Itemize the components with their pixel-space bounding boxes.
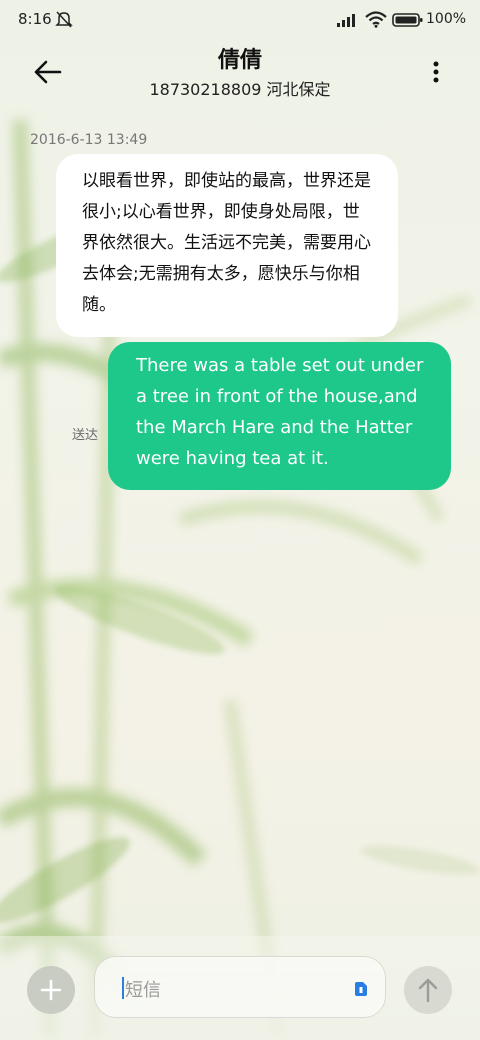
contact-subtitle: 18730218809 河北保定: [149, 80, 331, 99]
delivery-status: 送达: [72, 428, 99, 443]
incoming-message-bubble[interactable]: 以眼看世界，即使站的最高，世界还是很小;以心看世界，即使身处局限，世界依然很大。…: [56, 154, 398, 337]
message-input[interactable]: 短信: [94, 956, 386, 1018]
battery-percentage: 100%: [426, 11, 467, 27]
plus-icon: [40, 979, 62, 1001]
bell-muted-icon: [55, 11, 73, 28]
add-attachment-button[interactable]: [27, 966, 75, 1014]
outgoing-message-bubble[interactable]: There was a table set out under a tree i…: [108, 342, 451, 490]
arrow-up-icon: [418, 978, 438, 1003]
contact-name: 倩倩: [217, 48, 262, 73]
message-timestamp: 2016-6-13 13:49: [30, 132, 148, 148]
wifi-icon: [365, 11, 387, 28]
battery-icon: [392, 13, 423, 27]
message-input-placeholder: 短信: [125, 980, 161, 1001]
status-time: 8:16: [18, 10, 52, 28]
send-button[interactable]: [404, 966, 452, 1014]
signal-icon: [337, 14, 355, 27]
compose-bar: 短信: [0, 936, 480, 1040]
more-vertical-icon[interactable]: [424, 56, 448, 88]
status-bar: 8:16 100%: [0, 0, 480, 40]
sim-card-icon[interactable]: [353, 981, 369, 997]
conversation-header: 倩倩 18730218809 河北保定: [0, 40, 480, 108]
text-caret: [122, 977, 124, 999]
